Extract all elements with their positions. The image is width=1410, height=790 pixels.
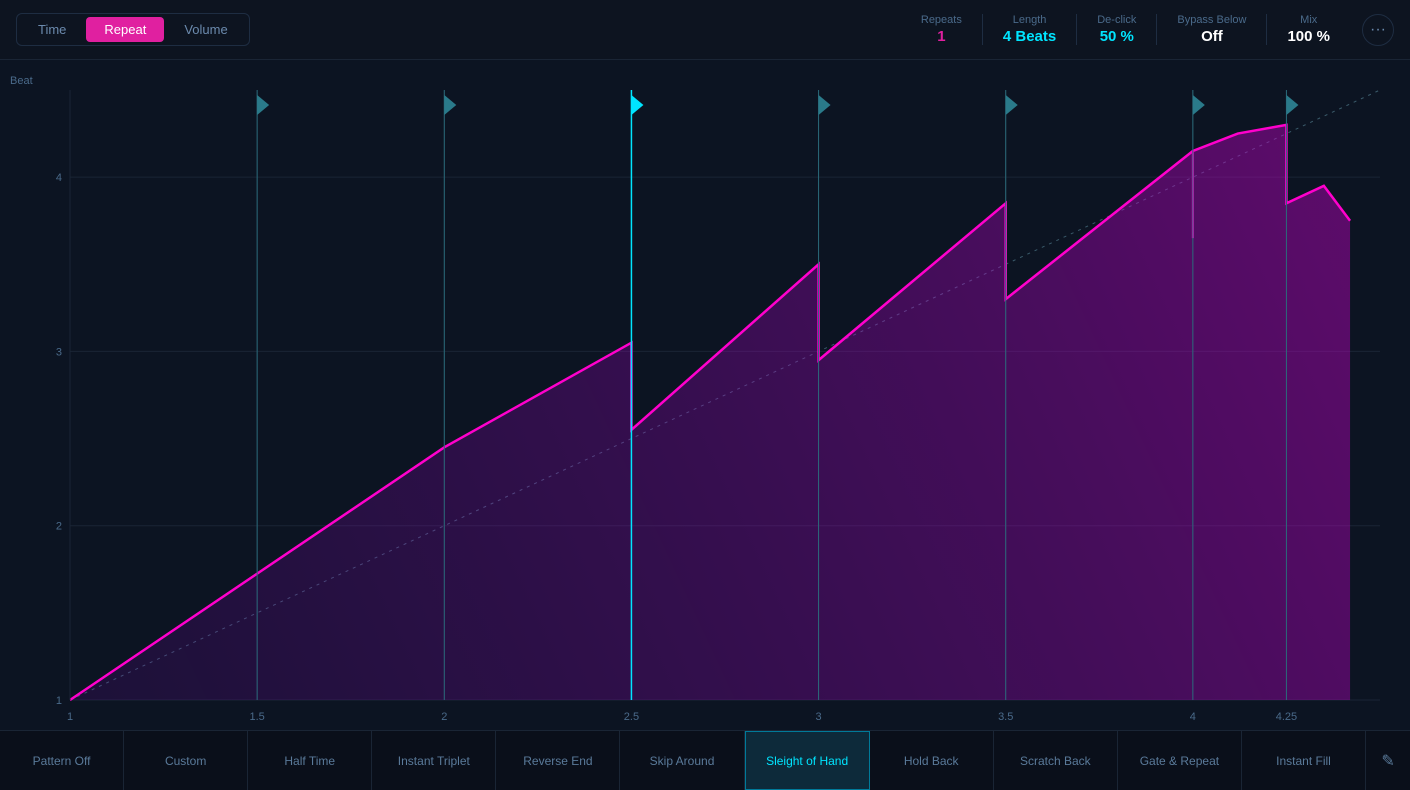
pattern-btn-pattern-off[interactable]: Pattern Off — [0, 731, 124, 790]
tab-time[interactable]: Time — [20, 17, 84, 42]
top-bar: Time Repeat Volume Repeats 1 Length 4 Be… — [0, 0, 1410, 60]
pattern-btn-scratch-back[interactable]: Scratch Back — [994, 731, 1118, 790]
declick-value[interactable]: 50 % — [1100, 28, 1134, 45]
repeats-value[interactable]: 1 — [937, 28, 945, 45]
edit-button[interactable]: ✎ — [1366, 731, 1410, 790]
repeats-param: Repeats 1 — [901, 14, 983, 45]
length-value[interactable]: 4 Beats — [1003, 28, 1056, 45]
declick-label: De-click — [1097, 14, 1136, 26]
tab-volume[interactable]: Volume — [166, 17, 245, 42]
pattern-btn-gate-&-repeat[interactable]: Gate & Repeat — [1118, 731, 1242, 790]
repeats-label: Repeats — [921, 14, 962, 26]
length-param: Length 4 Beats — [983, 14, 1077, 45]
declick-param: De-click 50 % — [1077, 14, 1157, 45]
pattern-btn-custom[interactable]: Custom — [124, 731, 248, 790]
chart-canvas[interactable] — [0, 60, 1410, 730]
tab-group: Time Repeat Volume — [16, 13, 250, 46]
bypass-param: Bypass Below Off — [1157, 14, 1267, 45]
bypass-value[interactable]: Off — [1201, 28, 1223, 45]
mix-label: Mix — [1300, 14, 1317, 26]
mix-param: Mix 100 % — [1267, 14, 1350, 45]
pattern-btn-hold-back[interactable]: Hold Back — [870, 731, 994, 790]
pattern-btn-reverse-end[interactable]: Reverse End — [496, 731, 620, 790]
more-button[interactable]: ··· — [1362, 14, 1394, 46]
pattern-btn-skip-around[interactable]: Skip Around — [620, 731, 744, 790]
tab-repeat[interactable]: Repeat — [86, 17, 164, 42]
bottom-bar: Pattern OffCustomHalf TimeInstant Triple… — [0, 730, 1410, 790]
beat-label: Beat — [10, 75, 33, 87]
chart-area: Beat — [0, 60, 1410, 730]
pattern-btn-half-time[interactable]: Half Time — [248, 731, 372, 790]
length-label: Length — [1013, 14, 1047, 26]
pattern-btn-instant-fill[interactable]: Instant Fill — [1242, 731, 1366, 790]
pattern-btn-instant-triplet[interactable]: Instant Triplet — [372, 731, 496, 790]
pattern-btn-sleight-of-hand[interactable]: Sleight of Hand — [745, 731, 870, 790]
mix-value[interactable]: 100 % — [1287, 28, 1330, 45]
bypass-label: Bypass Below — [1177, 14, 1246, 26]
